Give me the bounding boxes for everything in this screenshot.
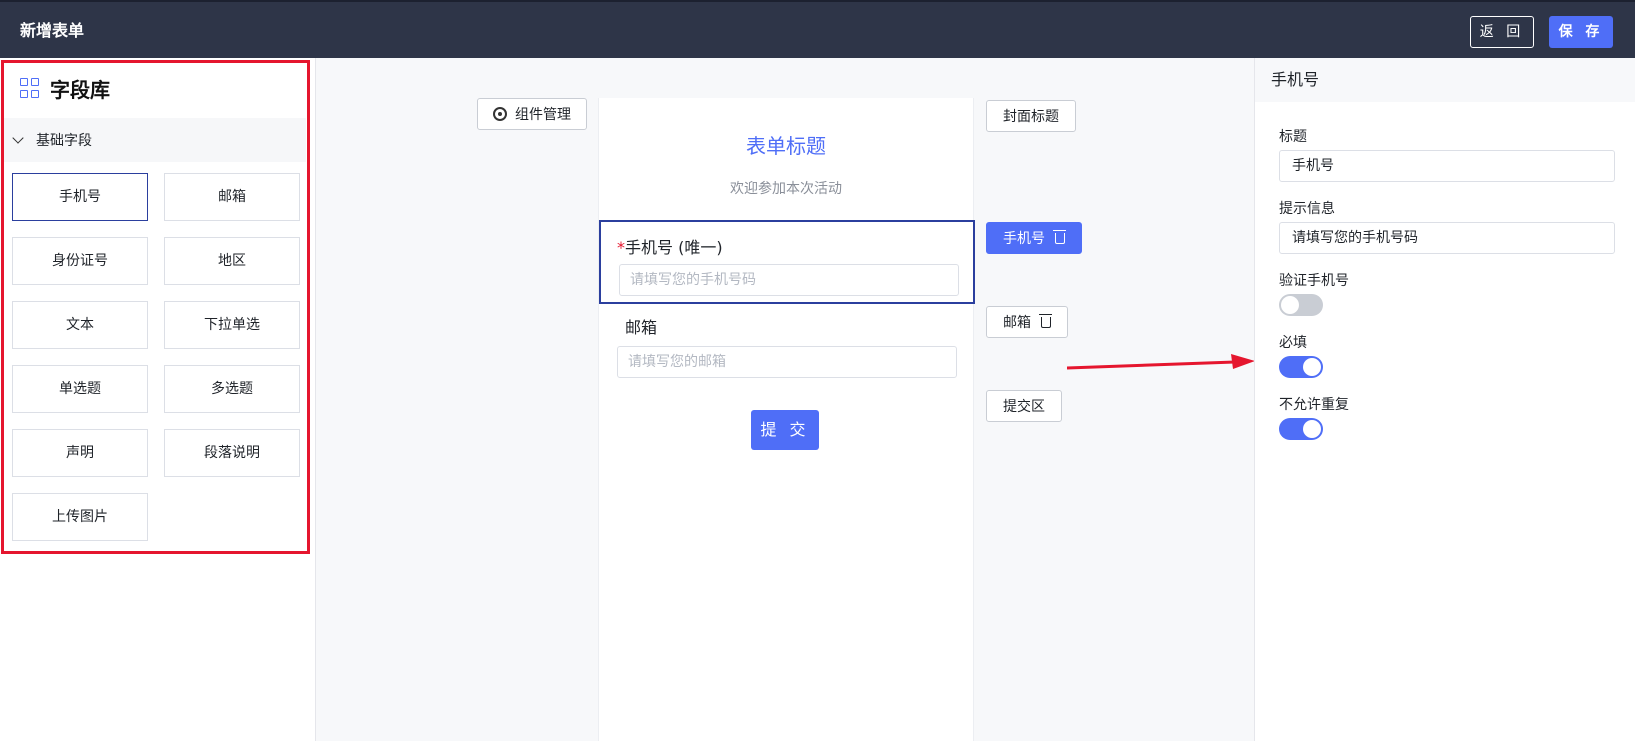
- form-title[interactable]: 表单标题: [599, 130, 973, 159]
- phone-tag[interactable]: 手机号: [986, 222, 1082, 254]
- field-item-dropdown[interactable]: 下拉单选: [164, 301, 300, 349]
- submit-area-tag[interactable]: 提交区: [986, 390, 1062, 422]
- phone-tag-label: 手机号: [1003, 231, 1045, 247]
- field-library-title: 字段库: [50, 77, 110, 102]
- required-mark: *: [617, 238, 625, 257]
- cover-title-tag[interactable]: 封面标题: [986, 100, 1076, 132]
- group-label: 基础字段: [36, 133, 92, 149]
- save-button[interactable]: 保 存: [1549, 16, 1613, 48]
- trash-icon[interactable]: [1053, 229, 1066, 244]
- annotation-arrow-icon: [1067, 354, 1255, 370]
- field-item-region[interactable]: 地区: [164, 237, 300, 285]
- question-phone-selected[interactable]: *手机号 (唯一) 请填写您的手机号码: [599, 220, 975, 304]
- verify-phone-toggle[interactable]: [1279, 294, 1323, 316]
- required-toggle[interactable]: [1279, 356, 1323, 378]
- form-subtitle: 欢迎参加本次活动: [730, 181, 842, 197]
- field-item-multi-choice[interactable]: 多选题: [164, 365, 300, 413]
- trash-icon[interactable]: [1039, 313, 1052, 328]
- field-item-text[interactable]: 文本: [12, 301, 148, 349]
- email-input[interactable]: 请填写您的邮箱: [617, 346, 957, 378]
- field-item-phone[interactable]: 手机号: [12, 173, 148, 221]
- page-title: 新增表单: [20, 21, 85, 40]
- component-manage-label: 组件管理: [515, 107, 571, 123]
- gear-icon: [493, 107, 507, 121]
- form-preview: 表单标题 欢迎参加本次活动 *手机号 (唯一) 请填写您的手机号码 邮箱 请填写…: [598, 98, 975, 741]
- properties-title: 手机号: [1255, 58, 1635, 102]
- field-library-header: 字段库: [20, 74, 110, 102]
- phone-input[interactable]: 请填写您的手机号码: [619, 264, 959, 296]
- component-manage-button[interactable]: 组件管理: [477, 98, 587, 130]
- submit-button[interactable]: 提 交: [751, 410, 819, 450]
- question-label-text: 手机号 (唯一): [625, 238, 723, 257]
- back-button[interactable]: 返 回: [1470, 16, 1534, 48]
- email-tag-label: 邮箱: [1003, 315, 1031, 331]
- field-item-single-choice[interactable]: 单选题: [12, 365, 148, 413]
- field-item-email[interactable]: 邮箱: [164, 173, 300, 221]
- required-label: 必填: [1279, 335, 1307, 351]
- field-item-upload-image[interactable]: 上传图片: [12, 493, 148, 541]
- apps-grid-icon: [20, 78, 40, 98]
- chevron-down-icon: [12, 131, 24, 144]
- no-duplicate-toggle[interactable]: [1279, 418, 1323, 440]
- field-library-panel: 字段库 基础字段 手机号 邮箱 身份证号 地区 文本 下拉单选 单选题 多选题 …: [0, 58, 316, 741]
- hint-input[interactable]: 请填写您的手机号码: [1279, 222, 1615, 254]
- email-tag[interactable]: 邮箱: [986, 306, 1068, 338]
- properties-panel: 手机号 标题 手机号 提示信息 请填写您的手机号码 验证手机号 必填 不允许重复: [1254, 58, 1635, 741]
- hint-label: 提示信息: [1279, 201, 1335, 217]
- group-basic-fields[interactable]: 基础字段: [4, 118, 306, 162]
- title-input[interactable]: 手机号: [1279, 150, 1615, 182]
- top-bar: 新增表单 返 回 保 存: [0, 0, 1635, 58]
- field-item-statement[interactable]: 声明: [12, 429, 148, 477]
- title-label: 标题: [1279, 129, 1307, 145]
- verify-phone-label: 验证手机号: [1279, 273, 1349, 289]
- field-item-paragraph[interactable]: 段落说明: [164, 429, 300, 477]
- question-label-email: 邮箱: [625, 318, 658, 337]
- field-item-id-number[interactable]: 身份证号: [12, 237, 148, 285]
- no-duplicate-label: 不允许重复: [1279, 397, 1349, 413]
- question-label: *手机号 (唯一): [617, 234, 723, 258]
